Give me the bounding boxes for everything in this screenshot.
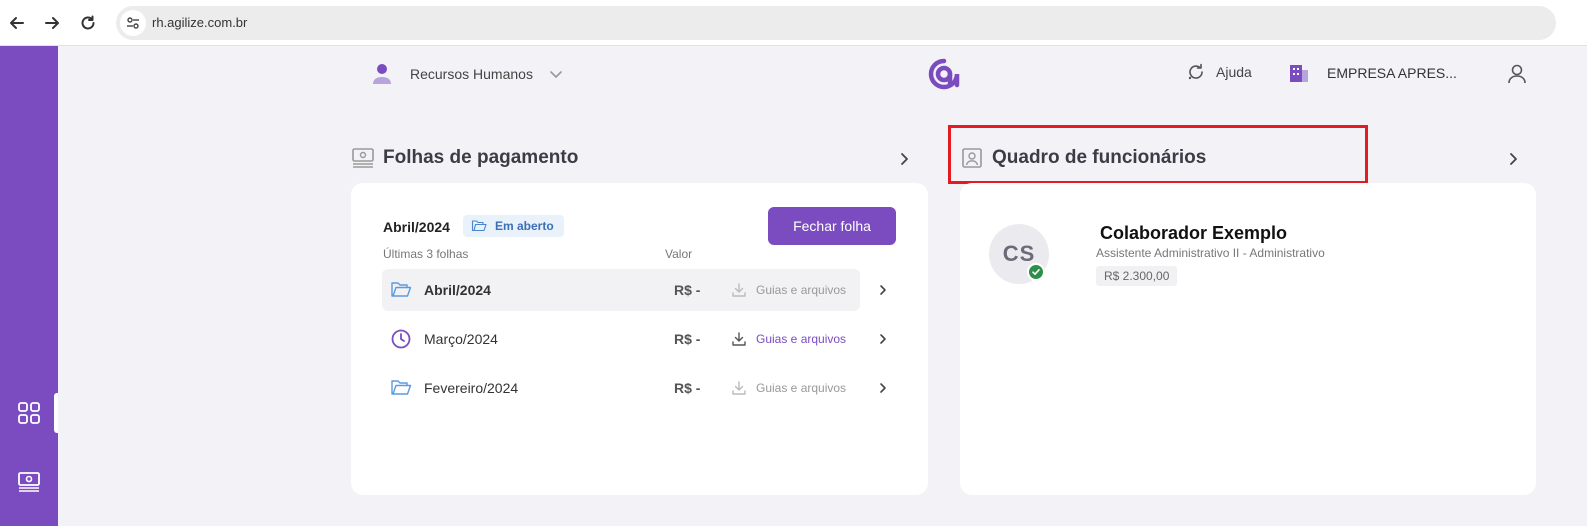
payroll-row-label: Abril/2024 [424, 282, 491, 298]
employee-role: Assistente Administrativo II - Administr… [1096, 246, 1325, 260]
payroll-section-title: Folhas de pagamento [383, 147, 579, 168]
sidebar-item-dashboard[interactable] [0, 393, 58, 433]
dashboard-grid-icon [18, 402, 40, 424]
building-icon [1290, 65, 1308, 82]
chevron-right-icon[interactable] [876, 381, 890, 395]
payroll-icon [18, 472, 40, 492]
employee-name[interactable]: Colaborador Exemplo [1100, 223, 1287, 244]
browser-toolbar: rh.agilize.com.br [0, 0, 1587, 46]
company-label: EMPRESA APRES... [1327, 65, 1457, 81]
payroll-section-chevron-right-icon[interactable] [897, 152, 911, 166]
person-icon [373, 64, 391, 84]
reload-button[interactable] [76, 11, 100, 35]
chevron-right-icon[interactable] [876, 332, 890, 346]
payroll-icon [352, 148, 374, 168]
files-link[interactable]: Guias e arquivos [756, 381, 846, 395]
payroll-section-header: Folhas de pagamento [351, 146, 578, 170]
status-badge: Em aberto [463, 215, 564, 237]
reload-icon [81, 15, 95, 30]
check-icon [1032, 269, 1040, 275]
payroll-row-label: Fevereiro/2024 [424, 380, 519, 396]
highlight-annotation-box [948, 125, 1368, 184]
sidebar-item-payroll[interactable] [0, 462, 58, 502]
column-value: Valor [665, 247, 693, 261]
payroll-row[interactable]: Fevereiro/2024 R$ - Guias e arquivos [382, 367, 886, 409]
payroll-row-value: R$ - [674, 282, 701, 298]
arrow-right-icon [45, 17, 59, 29]
payroll-row[interactable]: Março/2024 R$ - Guias e arquivos [382, 318, 886, 360]
employee-salary-badge: R$ 2.300,00 [1096, 266, 1178, 286]
download-icon [732, 381, 746, 395]
active-status-badge [1027, 263, 1045, 281]
arrow-left-icon [10, 17, 24, 29]
avatar-initials: CS [1002, 241, 1036, 266]
site-info-button[interactable] [120, 10, 146, 36]
back-button[interactable] [5, 11, 29, 35]
chevron-down-icon [550, 71, 562, 78]
payroll-row-value: R$ - [674, 331, 701, 347]
column-last-sheets: Últimas 3 folhas [383, 247, 469, 261]
user-account-icon[interactable] [1506, 63, 1528, 85]
module-label: Recursos Humanos [410, 66, 533, 82]
address-bar[interactable]: rh.agilize.com.br [116, 6, 1556, 40]
app-sidebar [0, 46, 58, 526]
clock-icon [391, 329, 411, 349]
payroll-card: Abril/2024 Em aberto Fechar folha Última… [351, 183, 928, 495]
payroll-row-label: Março/2024 [424, 331, 498, 347]
folder-open-icon [391, 380, 412, 395]
module-switcher[interactable]: Recursos Humanos [370, 60, 563, 88]
sidebar-active-indicator [54, 393, 58, 433]
current-period-title: Abril/2024 [383, 219, 450, 235]
files-link[interactable]: Guias e arquivos [756, 283, 846, 297]
close-payroll-button[interactable]: Fechar folha [768, 207, 896, 245]
download-icon [732, 283, 746, 297]
payroll-row-value: R$ - [674, 380, 701, 396]
folder-open-icon [471, 220, 487, 232]
forward-button[interactable] [40, 11, 64, 35]
help-link[interactable]: Ajuda [1186, 62, 1252, 82]
company-switcher[interactable]: EMPRESA APRES... [1288, 62, 1457, 84]
files-link[interactable]: Guias e arquivos [756, 332, 846, 346]
help-refresh-icon [1188, 63, 1203, 80]
payroll-row[interactable]: Abril/2024 R$ - Guias e arquivos [382, 269, 886, 311]
download-icon [732, 332, 746, 346]
status-badge-label: Em aberto [495, 219, 554, 233]
url-text[interactable]: rh.agilize.com.br [152, 15, 247, 30]
help-label: Ajuda [1216, 64, 1252, 80]
employees-section-chevron-right-icon[interactable] [1506, 152, 1520, 166]
site-settings-icon [127, 17, 139, 29]
chevron-right-icon[interactable] [876, 283, 890, 297]
employees-card: CS Colaborador Exemplo Assistente Admini… [960, 183, 1536, 495]
agilize-logo[interactable] [928, 58, 960, 90]
folder-open-icon [391, 282, 412, 297]
